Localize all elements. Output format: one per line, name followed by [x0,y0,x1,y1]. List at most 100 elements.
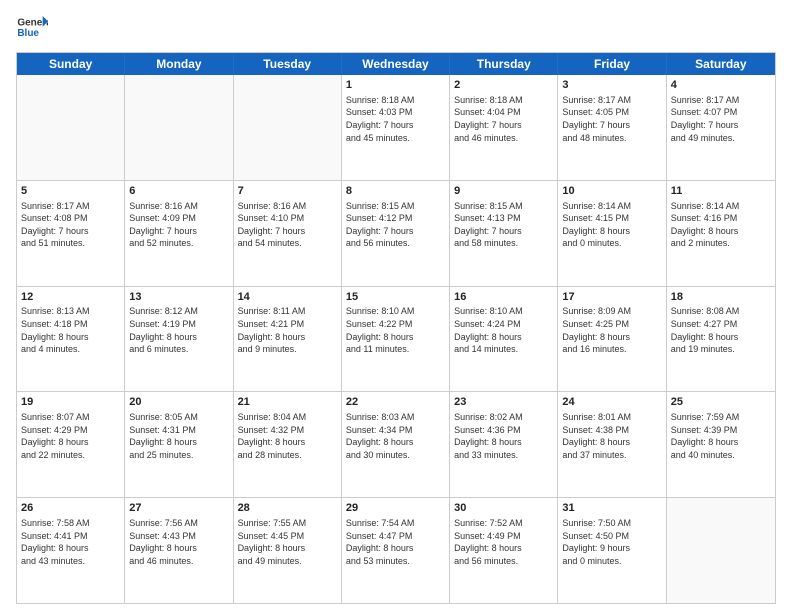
calendar-day-29: 29Sunrise: 7:54 AM Sunset: 4:47 PM Dayli… [342,498,450,603]
day-number: 31 [562,501,661,516]
day-info: Sunrise: 8:03 AM Sunset: 4:34 PM Dayligh… [346,411,445,461]
calendar-day-14: 14Sunrise: 8:11 AM Sunset: 4:21 PM Dayli… [234,287,342,392]
day-info: Sunrise: 7:52 AM Sunset: 4:49 PM Dayligh… [454,517,553,567]
day-number: 13 [129,290,228,305]
day-number: 22 [346,395,445,410]
calendar-day-4: 4Sunrise: 8:17 AM Sunset: 4:07 PM Daylig… [667,75,775,180]
day-number: 17 [562,290,661,305]
day-number: 5 [21,184,120,199]
day-number: 11 [671,184,771,199]
calendar-day-25: 25Sunrise: 7:59 AM Sunset: 4:39 PM Dayli… [667,392,775,497]
day-info: Sunrise: 8:04 AM Sunset: 4:32 PM Dayligh… [238,411,337,461]
weekday-header: Wednesday [342,53,450,75]
day-info: Sunrise: 8:07 AM Sunset: 4:29 PM Dayligh… [21,411,120,461]
calendar-day-11: 11Sunrise: 8:14 AM Sunset: 4:16 PM Dayli… [667,181,775,286]
day-number: 20 [129,395,228,410]
day-info: Sunrise: 8:01 AM Sunset: 4:38 PM Dayligh… [562,411,661,461]
weekday-header: Thursday [450,53,558,75]
calendar-day-26: 26Sunrise: 7:58 AM Sunset: 4:41 PM Dayli… [17,498,125,603]
calendar-day-5: 5Sunrise: 8:17 AM Sunset: 4:08 PM Daylig… [17,181,125,286]
calendar-header: SundayMondayTuesdayWednesdayThursdayFrid… [17,53,775,75]
calendar-day-22: 22Sunrise: 8:03 AM Sunset: 4:34 PM Dayli… [342,392,450,497]
calendar-day-21: 21Sunrise: 8:04 AM Sunset: 4:32 PM Dayli… [234,392,342,497]
day-number: 3 [562,78,661,93]
day-info: Sunrise: 7:58 AM Sunset: 4:41 PM Dayligh… [21,517,120,567]
calendar-day-8: 8Sunrise: 8:15 AM Sunset: 4:12 PM Daylig… [342,181,450,286]
day-info: Sunrise: 8:15 AM Sunset: 4:12 PM Dayligh… [346,200,445,250]
calendar-day-24: 24Sunrise: 8:01 AM Sunset: 4:38 PM Dayli… [558,392,666,497]
calendar-day-9: 9Sunrise: 8:15 AM Sunset: 4:13 PM Daylig… [450,181,558,286]
day-info: Sunrise: 8:05 AM Sunset: 4:31 PM Dayligh… [129,411,228,461]
calendar: SundayMondayTuesdayWednesdayThursdayFrid… [16,52,776,604]
calendar-day-17: 17Sunrise: 8:09 AM Sunset: 4:25 PM Dayli… [558,287,666,392]
calendar-day-16: 16Sunrise: 8:10 AM Sunset: 4:24 PM Dayli… [450,287,558,392]
day-info: Sunrise: 8:12 AM Sunset: 4:19 PM Dayligh… [129,305,228,355]
day-number: 18 [671,290,771,305]
calendar-row: 26Sunrise: 7:58 AM Sunset: 4:41 PM Dayli… [17,498,775,603]
day-info: Sunrise: 8:10 AM Sunset: 4:22 PM Dayligh… [346,305,445,355]
day-info: Sunrise: 7:55 AM Sunset: 4:45 PM Dayligh… [238,517,337,567]
calendar-day-15: 15Sunrise: 8:10 AM Sunset: 4:22 PM Dayli… [342,287,450,392]
day-number: 9 [454,184,553,199]
day-info: Sunrise: 8:09 AM Sunset: 4:25 PM Dayligh… [562,305,661,355]
calendar-day-18: 18Sunrise: 8:08 AM Sunset: 4:27 PM Dayli… [667,287,775,392]
weekday-header: Sunday [17,53,125,75]
day-number: 6 [129,184,228,199]
calendar-day-1: 1Sunrise: 8:18 AM Sunset: 4:03 PM Daylig… [342,75,450,180]
day-info: Sunrise: 8:02 AM Sunset: 4:36 PM Dayligh… [454,411,553,461]
calendar-day-28: 28Sunrise: 7:55 AM Sunset: 4:45 PM Dayli… [234,498,342,603]
calendar-day-23: 23Sunrise: 8:02 AM Sunset: 4:36 PM Dayli… [450,392,558,497]
day-info: Sunrise: 8:14 AM Sunset: 4:15 PM Dayligh… [562,200,661,250]
day-number: 19 [21,395,120,410]
calendar-day-19: 19Sunrise: 8:07 AM Sunset: 4:29 PM Dayli… [17,392,125,497]
day-number: 4 [671,78,771,93]
day-info: Sunrise: 7:56 AM Sunset: 4:43 PM Dayligh… [129,517,228,567]
day-number: 7 [238,184,337,199]
day-info: Sunrise: 7:59 AM Sunset: 4:39 PM Dayligh… [671,411,771,461]
day-number: 28 [238,501,337,516]
calendar-day-31: 31Sunrise: 7:50 AM Sunset: 4:50 PM Dayli… [558,498,666,603]
day-number: 16 [454,290,553,305]
calendar-day-30: 30Sunrise: 7:52 AM Sunset: 4:49 PM Dayli… [450,498,558,603]
day-info: Sunrise: 8:10 AM Sunset: 4:24 PM Dayligh… [454,305,553,355]
page: General Blue SundayMondayTuesdayWednesda… [0,0,792,612]
calendar-empty-cell [667,498,775,603]
day-info: Sunrise: 8:17 AM Sunset: 4:05 PM Dayligh… [562,94,661,144]
day-number: 27 [129,501,228,516]
calendar-body: 1Sunrise: 8:18 AM Sunset: 4:03 PM Daylig… [17,75,775,603]
day-info: Sunrise: 8:11 AM Sunset: 4:21 PM Dayligh… [238,305,337,355]
day-number: 21 [238,395,337,410]
day-info: Sunrise: 8:18 AM Sunset: 4:04 PM Dayligh… [454,94,553,144]
day-number: 24 [562,395,661,410]
day-info: Sunrise: 8:13 AM Sunset: 4:18 PM Dayligh… [21,305,120,355]
calendar-day-3: 3Sunrise: 8:17 AM Sunset: 4:05 PM Daylig… [558,75,666,180]
day-info: Sunrise: 7:50 AM Sunset: 4:50 PM Dayligh… [562,517,661,567]
calendar-day-27: 27Sunrise: 7:56 AM Sunset: 4:43 PM Dayli… [125,498,233,603]
day-number: 8 [346,184,445,199]
weekday-header: Tuesday [234,53,342,75]
day-info: Sunrise: 8:14 AM Sunset: 4:16 PM Dayligh… [671,200,771,250]
calendar-day-10: 10Sunrise: 8:14 AM Sunset: 4:15 PM Dayli… [558,181,666,286]
day-info: Sunrise: 7:54 AM Sunset: 4:47 PM Dayligh… [346,517,445,567]
day-info: Sunrise: 8:16 AM Sunset: 4:10 PM Dayligh… [238,200,337,250]
calendar-day-2: 2Sunrise: 8:18 AM Sunset: 4:04 PM Daylig… [450,75,558,180]
calendar-row: 19Sunrise: 8:07 AM Sunset: 4:29 PM Dayli… [17,392,775,498]
logo-svg: General Blue [16,12,48,44]
day-number: 15 [346,290,445,305]
day-number: 23 [454,395,553,410]
weekday-header: Monday [125,53,233,75]
day-info: Sunrise: 8:08 AM Sunset: 4:27 PM Dayligh… [671,305,771,355]
day-info: Sunrise: 8:18 AM Sunset: 4:03 PM Dayligh… [346,94,445,144]
calendar-row: 5Sunrise: 8:17 AM Sunset: 4:08 PM Daylig… [17,181,775,287]
header: General Blue [16,12,776,44]
day-number: 2 [454,78,553,93]
svg-text:Blue: Blue [17,28,39,39]
calendar-empty-cell [234,75,342,180]
calendar-day-6: 6Sunrise: 8:16 AM Sunset: 4:09 PM Daylig… [125,181,233,286]
day-info: Sunrise: 8:17 AM Sunset: 4:07 PM Dayligh… [671,94,771,144]
day-number: 30 [454,501,553,516]
day-number: 14 [238,290,337,305]
calendar-day-20: 20Sunrise: 8:05 AM Sunset: 4:31 PM Dayli… [125,392,233,497]
calendar-day-13: 13Sunrise: 8:12 AM Sunset: 4:19 PM Dayli… [125,287,233,392]
day-number: 25 [671,395,771,410]
